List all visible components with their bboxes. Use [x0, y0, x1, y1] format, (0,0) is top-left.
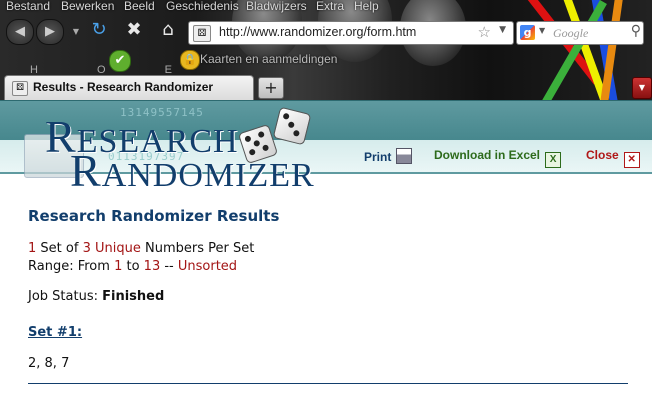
site-favicon-icon: ⚄ — [193, 25, 211, 42]
page-content: 13149557145 0113197397 RESEARCH RANDOMIZ… — [0, 100, 652, 408]
close-button[interactable]: Close ✕ — [586, 148, 640, 168]
back-icon[interactable]: ◀ — [6, 19, 34, 45]
range-summary: Range: From 1 to 13 -- Unsorted — [28, 259, 238, 274]
forward-icon[interactable]: ▶ — [36, 19, 64, 45]
print-button[interactable]: Print — [364, 148, 413, 164]
reload-icon[interactable]: ↻ — [89, 20, 109, 40]
set-1-numbers: 2, 8, 7 — [28, 356, 70, 371]
bookmark-kaarten[interactable]: Kaarten en aanmeldingen — [200, 52, 337, 66]
divider — [28, 383, 628, 384]
tab-list-icon[interactable]: ▼ — [632, 77, 652, 99]
home-icon[interactable]: ⌂ — [158, 20, 178, 40]
menu-beeld[interactable]: Beeld — [124, 0, 155, 13]
address-bar[interactable]: ⚄ http://www.randomizer.org/form.htm ☆ ▼ — [188, 21, 514, 45]
logo-randomizer[interactable]: RANDOMIZER — [70, 144, 315, 197]
close-x-icon: ✕ — [623, 152, 640, 168]
menu-bestand[interactable]: Bestand — [6, 0, 50, 13]
address-dropdown-icon[interactable]: ▼ — [499, 25, 506, 35]
menu-extra[interactable]: Extra — [316, 0, 344, 13]
set-1-link[interactable]: Set #1: — [28, 325, 82, 340]
excel-icon: X — [545, 152, 562, 168]
address-url[interactable]: http://www.randomizer.org/form.htm — [219, 25, 416, 39]
star-icon[interactable]: ☆ — [478, 23, 491, 41]
search-bar[interactable]: g ▼ Google ⚲ — [516, 21, 644, 45]
menu-bladwijzers[interactable]: Bladwijzers — [246, 0, 307, 13]
tab-favicon-icon: ⚄ — [12, 81, 28, 96]
results-title: Research Randomizer Results — [28, 207, 280, 225]
menu-bar: Bestand Bewerken Beeld Geschiedenis Blad… — [0, 0, 652, 14]
printer-icon — [396, 148, 413, 164]
menu-geschiedenis[interactable]: Geschiedenis — [166, 0, 239, 13]
tab-title: Results - Research Randomizer — [33, 80, 214, 94]
history-dropdown-icon[interactable]: ▼ — [66, 22, 86, 42]
job-status: Job Status: Finished — [28, 289, 165, 304]
search-placeholder[interactable]: Google — [553, 26, 588, 41]
menu-bewerken[interactable]: Bewerken — [61, 0, 114, 13]
search-magnifier-icon[interactable]: ⚲ — [631, 23, 641, 39]
stop-icon[interactable]: ✖ — [124, 20, 144, 40]
menu-help[interactable]: Help — [354, 0, 379, 13]
browser-chrome: Bestand Bewerken Beeld Geschiedenis Blad… — [0, 0, 652, 100]
google-engine-icon[interactable]: g — [520, 25, 535, 40]
tab-results[interactable]: ⚄ Results - Research Randomizer — [4, 75, 254, 100]
job-status-value: Finished — [102, 289, 165, 304]
download-excel-button[interactable]: Download in Excel X — [434, 148, 562, 168]
engine-dropdown-icon[interactable]: ▼ — [539, 26, 545, 35]
new-tab-button[interactable]: + — [258, 77, 284, 99]
sets-summary: 1 Set of 3 Unique Numbers Per Set — [28, 241, 255, 256]
